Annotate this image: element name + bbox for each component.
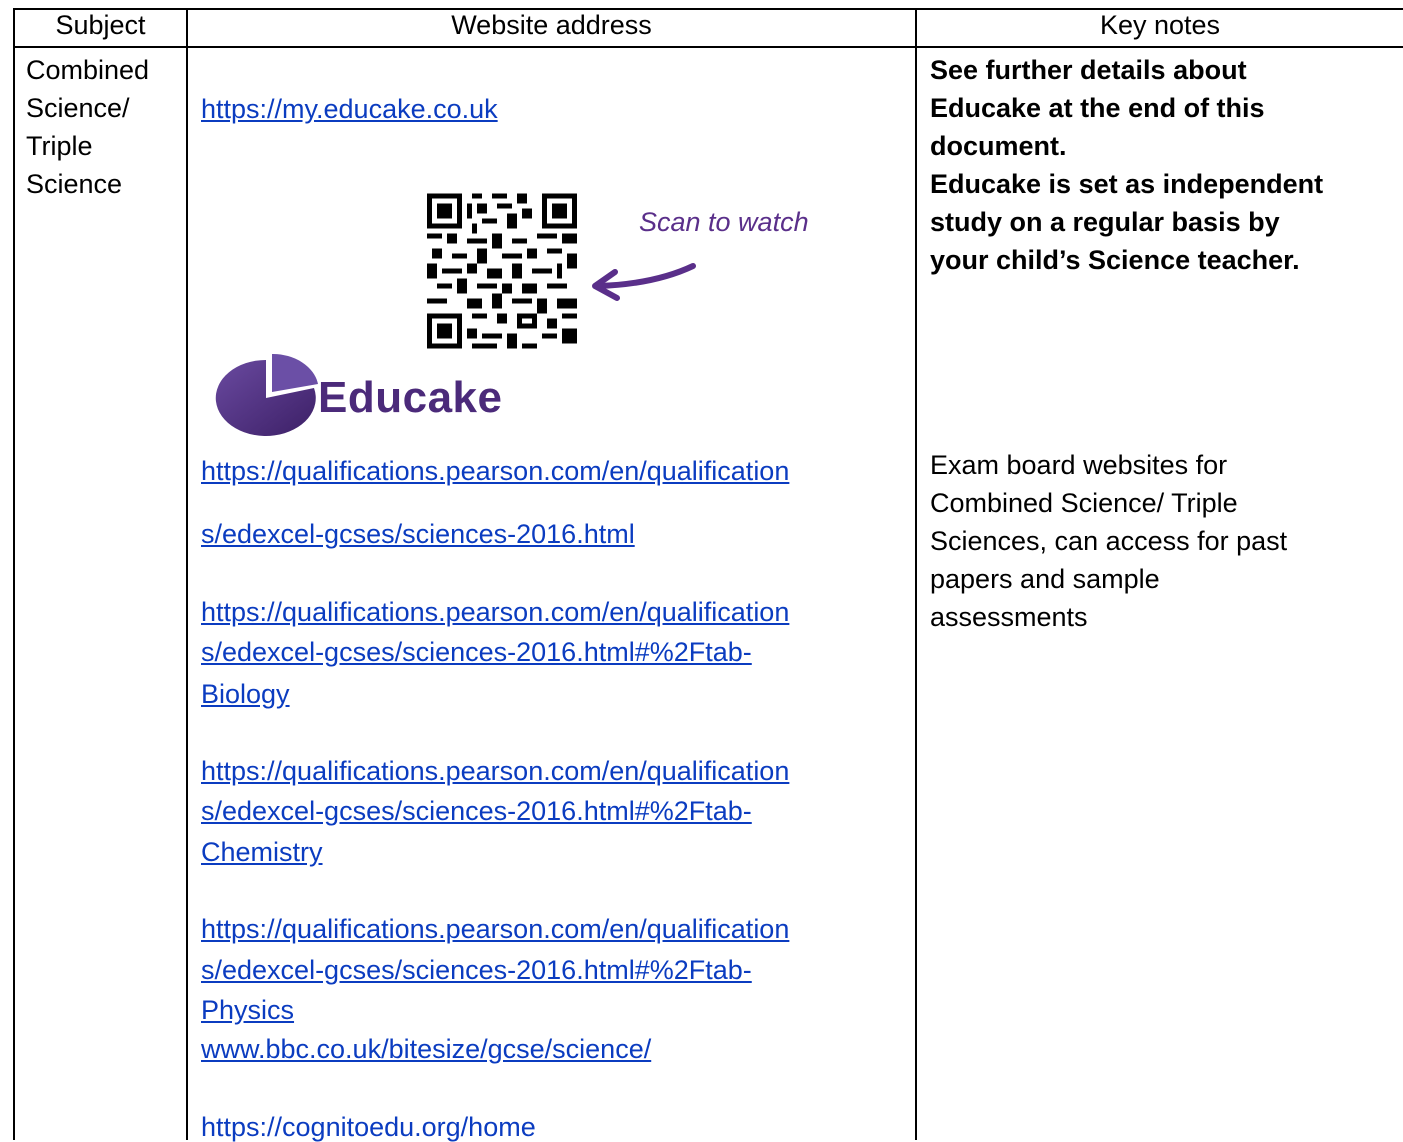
table-border-left [13, 8, 15, 1140]
page-title-partial [2, 0, 10, 13]
subject-cell: Combined Science/ Triple Science [26, 51, 176, 203]
note-line: Combined Science/ Triple [930, 488, 1238, 518]
subject-line: Triple [26, 131, 93, 161]
table-header-divider [13, 46, 1403, 48]
note-line: papers and sample [930, 564, 1160, 594]
qr-code-icon [427, 193, 577, 349]
subject-line: Science/ [26, 93, 130, 123]
pearson-physics-link[interactable]: https://qualifications.pearson.com/en/qu… [201, 916, 789, 943]
bbc-bitesize-link[interactable]: www.bbc.co.uk/bitesize/gcse/science/ [201, 1036, 651, 1063]
educake-pie-icon [215, 354, 318, 436]
note-line: Educake is set as independent [930, 169, 1324, 199]
scan-to-watch-caption: Scan to watch [639, 207, 809, 237]
note-line: assessments [930, 602, 1088, 632]
key-notes-educake: See further details about Educake at the… [930, 51, 1400, 279]
note-line: Sciences, can access for past [930, 526, 1288, 556]
note-line: study on a regular basis by [930, 207, 1280, 237]
key-notes-exam-boards: Exam board websites for Combined Science… [930, 446, 1400, 636]
subject-line: Combined [26, 55, 150, 85]
arrow-left-icon [592, 263, 696, 301]
pearson-physics-link[interactable]: s/edexcel-gcses/sciences-2016.html#%2Fta… [201, 957, 752, 984]
pearson-biology-link[interactable]: Biology [201, 681, 290, 708]
column-divider-1 [186, 8, 188, 1140]
header-subject: Subject [55, 10, 146, 40]
subject-line: Science [26, 169, 123, 199]
note-line: Exam board websites for [930, 450, 1228, 480]
pearson-chemistry-link[interactable]: s/edexcel-gcses/sciences-2016.html#%2Fta… [201, 798, 752, 825]
pearson-biology-link[interactable]: s/edexcel-gcses/sciences-2016.html#%2Fta… [201, 639, 752, 666]
note-line: Educake at the end of this [930, 93, 1265, 123]
pearson-physics-link[interactable]: Physics [201, 997, 294, 1024]
header-key-notes: Key notes [1099, 10, 1221, 40]
pearson-chemistry-link[interactable]: https://qualifications.pearson.com/en/qu… [201, 758, 789, 785]
note-line: your child’s Science teacher. [930, 245, 1300, 275]
educake-logo-text: Educake [318, 373, 503, 422]
pearson-biology-link[interactable]: https://qualifications.pearson.com/en/qu… [201, 599, 789, 626]
column-divider-2 [915, 8, 917, 1140]
header-website-address: Website address [451, 10, 652, 40]
note-line: document. [930, 131, 1067, 161]
pearson-sciences-link[interactable]: s/edexcel-gcses/sciences-2016.html [201, 521, 635, 548]
note-line: See further details about [930, 55, 1247, 85]
educake-link[interactable]: https://my.educake.co.uk [201, 96, 498, 123]
cognito-link[interactable]: https://cognitoedu.org/home [201, 1114, 536, 1141]
pearson-chemistry-link[interactable]: Chemistry [201, 839, 323, 866]
pearson-sciences-link[interactable]: https://qualifications.pearson.com/en/qu… [201, 458, 789, 485]
